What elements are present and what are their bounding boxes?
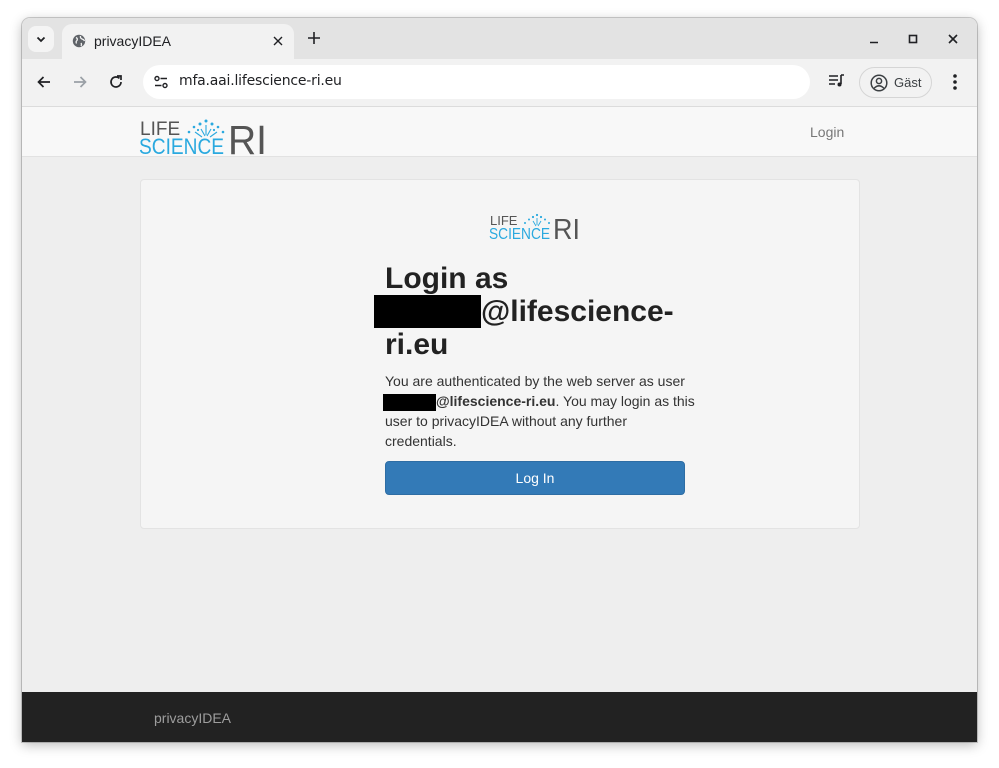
chevron-down-icon: [36, 36, 46, 43]
address-bar[interactable]: mfa.aai.lifescience-ri.eu: [143, 65, 810, 99]
new-tab-button[interactable]: [304, 28, 324, 48]
svg-text:RI: RI: [228, 117, 267, 157]
back-button[interactable]: [33, 71, 55, 93]
arrow-right-icon: [74, 76, 87, 88]
maximize-button[interactable]: [904, 30, 922, 48]
lifescience-ri-logo: LIFE SCIENCE RI: [489, 213, 580, 242]
account-circle-icon: [870, 74, 888, 92]
login-panel: LIFE SCIENCE RI Login as @lifescience-ri.…: [140, 179, 860, 529]
minimize-icon: [870, 41, 878, 44]
svg-text:SCIENCE: SCIENCE: [139, 134, 224, 157]
profile-button[interactable]: Gäst: [859, 67, 932, 98]
tab-title: privacyIDEA: [94, 33, 172, 49]
redacted-username: [374, 295, 481, 328]
url-text: mfa.aai.lifescience-ri.eu: [179, 73, 342, 89]
profile-label: Gäst: [894, 75, 922, 90]
redacted-username: [383, 394, 436, 411]
svg-text:RI: RI: [553, 214, 580, 242]
browser-window: privacyIDEA mfa.aai.lifescience-ri.eu Gä…: [22, 18, 977, 742]
forward-button[interactable]: [69, 71, 91, 93]
page-title: Login as @lifescience-ri.eu: [374, 262, 685, 361]
tab-strip: privacyIDEA: [22, 18, 977, 59]
site-navbar: LIFE SCIENCE RI Login: [22, 106, 977, 157]
auth-message-part1: You are authenticated by the web server …: [385, 373, 685, 389]
tab-close-button[interactable]: [270, 33, 286, 49]
auth-message-user-suffix: @lifescience-ri.eu: [436, 393, 556, 409]
minimize-button[interactable]: [865, 30, 883, 48]
arrow-left-icon: [37, 76, 50, 88]
tab-search-button[interactable]: [28, 26, 54, 52]
browser-tab[interactable]: privacyIDEA: [62, 24, 294, 59]
site-footer: privacyIDEA: [22, 692, 977, 742]
maximize-icon: [908, 34, 918, 44]
login-title-prefix: Login as: [385, 262, 509, 295]
navbar-login-link[interactable]: Login: [810, 124, 844, 140]
page-viewport: LIFE SCIENCE RI Login LIFE SCIENCE RI Lo…: [22, 106, 977, 742]
log-in-button[interactable]: Log In: [385, 461, 685, 495]
browser-toolbar: mfa.aai.lifescience-ri.eu Gäst: [22, 59, 977, 106]
footer-text: privacyIDEA: [154, 710, 232, 726]
close-icon: [948, 34, 958, 44]
close-window-button[interactable]: [944, 30, 962, 48]
reload-icon: [110, 75, 122, 88]
plus-icon: [308, 32, 320, 44]
close-icon: [273, 36, 283, 46]
svg-text:SCIENCE: SCIENCE: [489, 226, 550, 242]
site-settings-icon: [154, 75, 168, 89]
globe-icon: [72, 34, 86, 48]
authentication-message: You are authenticated by the web server …: [383, 371, 695, 451]
more-vert-icon[interactable]: [946, 71, 964, 93]
lifescience-ri-logo[interactable]: LIFE SCIENCE RI: [139, 115, 269, 157]
media-controls-icon[interactable]: [827, 71, 847, 91]
reload-button[interactable]: [105, 71, 127, 93]
